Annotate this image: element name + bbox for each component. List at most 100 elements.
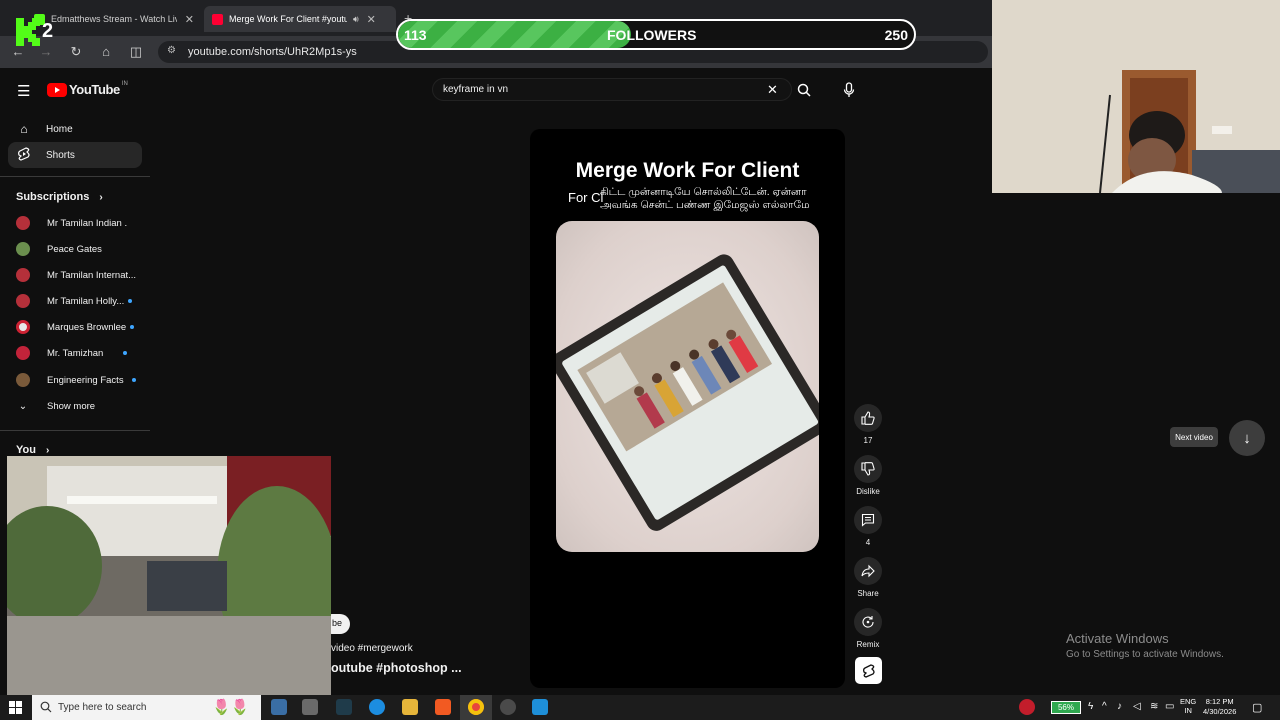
chevron-down-icon: ⌄ (18, 400, 28, 412)
next-video-tooltip-text: Next video (1175, 432, 1213, 442)
network-icon[interactable]: ▭ (1165, 701, 1174, 712)
volume-icon[interactable]: ◁ (1133, 701, 1141, 712)
avatar (16, 216, 30, 230)
like-button[interactable]: 17 (853, 404, 883, 445)
new-content-dot (131, 378, 136, 382)
show-more-button[interactable]: ⌄ Show more (8, 394, 142, 418)
thumbs-up-icon (854, 404, 882, 432)
you-heading[interactable]: You › (16, 444, 49, 456)
back-icon[interactable]: ← (10, 44, 26, 59)
activate-windows-watermark: Activate Windows Go to Settings to activ… (1066, 631, 1224, 660)
language-indicator[interactable]: ENG IN (1180, 697, 1196, 715)
sidebar-item-shorts[interactable]: Shorts (8, 142, 142, 168)
clock-time: 8:12 PM (1205, 697, 1234, 706)
shorts-icon (16, 146, 32, 164)
terminal-app-icon[interactable] (336, 699, 352, 715)
subscription-item[interactable]: Marques Brownlee (8, 315, 142, 339)
subscription-item[interactable]: Mr Tamilan Indian ... (8, 211, 142, 235)
subscriptions-heading[interactable]: Subscriptions › (16, 191, 103, 203)
sidebar-item-home[interactable]: ⌂ Home (8, 116, 142, 142)
share-icon (854, 557, 882, 585)
webcam-street-image (7, 456, 331, 698)
caption-overlay: கிட்ட முன்னாடியே சொல்லிட்டேன். ஏன்னா அவங… (600, 186, 810, 212)
remix-label: Remix (856, 640, 880, 649)
subscription-item[interactable]: Engineering Facts (8, 368, 142, 392)
next-video-button[interactable]: ↓ (1229, 420, 1265, 456)
plug-icon[interactable]: ϟ (1088, 701, 1093, 712)
sound-thumbnail-button[interactable] (855, 657, 882, 684)
sidebar-divider (0, 430, 150, 431)
task-view-icon[interactable] (271, 699, 287, 715)
store-app-icon[interactable] (532, 699, 548, 715)
forward-icon[interactable]: → (38, 44, 54, 59)
chevron-right-icon: › (45, 444, 50, 456)
remix-button[interactable]: Remix (853, 608, 883, 649)
subscription-item[interactable]: Mr. Tamizhan (8, 341, 142, 365)
comment-icon (854, 506, 882, 534)
video-subtitle-text: For Cl (568, 190, 604, 205)
you-heading-text: You (16, 444, 36, 456)
subscription-item[interactable]: Mr Tamilan Internat... (8, 263, 142, 287)
video-hashtags[interactable]: video #mergework (331, 643, 413, 654)
wifi-icon[interactable]: ≋ (1150, 701, 1158, 712)
subscription-name: Mr. Tamizhan (47, 347, 104, 359)
comment-count: 4 (865, 538, 871, 547)
microphone-tray-icon[interactable]: ♪ (1117, 701, 1122, 712)
followers-current: 113 (404, 27, 427, 43)
subscription-name: Mr Tamilan Holly... (47, 295, 125, 307)
reload-icon[interactable]: ↻ (68, 44, 84, 60)
tray-app-icon[interactable] (1019, 699, 1035, 715)
sidepanel-icon[interactable]: ◫ (128, 44, 144, 60)
search-input[interactable]: keyframe in vn (432, 78, 792, 101)
comments-button[interactable]: 4 (853, 506, 883, 547)
shorts-video-player[interactable]: Merge Work For Client For Cl கிட்ட முன்ன… (530, 129, 845, 688)
avatar (16, 373, 30, 387)
tab-title: Merge Work For Client #youtube (229, 14, 347, 24)
widgets-icon[interactable] (302, 699, 318, 715)
windows-taskbar: Type here to search 🌷🌷 56% ϟ ^ ♪ ◁ ≋ ▭ E… (0, 695, 1280, 720)
taskbar-search-box[interactable]: Type here to search 🌷🌷 (32, 695, 261, 720)
avatar (16, 294, 30, 308)
webcam-overlay-street (7, 456, 331, 698)
clear-search-icon[interactable]: ✕ (767, 82, 778, 98)
brave-browser-icon[interactable] (435, 699, 451, 715)
activate-windows-subtitle: Go to Settings to activate Windows. (1066, 649, 1224, 660)
windows-start-icon[interactable] (9, 701, 22, 714)
subscription-item[interactable]: Mr Tamilan Holly... (8, 289, 142, 313)
tulips-icon: 🌷🌷 (212, 699, 250, 716)
subscription-name: Peace Gates (47, 243, 102, 255)
avatar (16, 346, 30, 360)
dislike-button[interactable]: Dislike (853, 455, 883, 496)
video-caption[interactable]: outube #photoshop ... (331, 661, 462, 675)
chrome-browser-icon (468, 699, 484, 715)
search-icon[interactable] (797, 83, 811, 97)
microphone-icon[interactable] (843, 82, 855, 98)
notifications-icon[interactable]: ▢ (1252, 701, 1262, 714)
chevron-up-icon[interactable]: ^ (1102, 701, 1107, 712)
tablet-image (556, 254, 819, 531)
clock[interactable]: 8:12 PM 4/30/2026 (1203, 697, 1236, 717)
file-explorer-icon[interactable] (402, 699, 418, 715)
edge-browser-icon[interactable] (369, 699, 385, 715)
site-info-icon[interactable]: ⚙ (167, 45, 176, 56)
tab-merge-work[interactable]: Merge Work For Client #youtube 🔊︎ ✕ (204, 6, 396, 32)
obs-app-icon[interactable] (500, 699, 516, 715)
new-content-dot (128, 299, 133, 303)
close-tab-icon[interactable]: ✕ (367, 13, 376, 26)
home-icon: ⌂ (20, 122, 28, 136)
dislike-label: Dislike (856, 487, 880, 496)
clock-date: 4/30/2026 (1203, 707, 1237, 716)
subscription-item[interactable]: Peace Gates (8, 237, 142, 261)
subscription-name: Mr Tamilan Indian ... (47, 217, 127, 229)
close-tab-icon[interactable]: ✕ (185, 13, 194, 26)
battery-indicator[interactable]: 56% (1051, 701, 1081, 714)
avatar (16, 320, 30, 334)
video-title-overlay: Merge Work For Client (575, 159, 800, 182)
share-button[interactable]: Share (853, 557, 883, 598)
home-browser-icon[interactable]: ⌂ (98, 44, 114, 59)
like-count: 17 (863, 436, 873, 445)
chrome-taskbar-active[interactable] (460, 695, 492, 720)
tablet-photo (556, 221, 819, 552)
region-code: IN (1184, 706, 1192, 715)
speaker-icon[interactable]: 🔊︎ (353, 14, 359, 25)
